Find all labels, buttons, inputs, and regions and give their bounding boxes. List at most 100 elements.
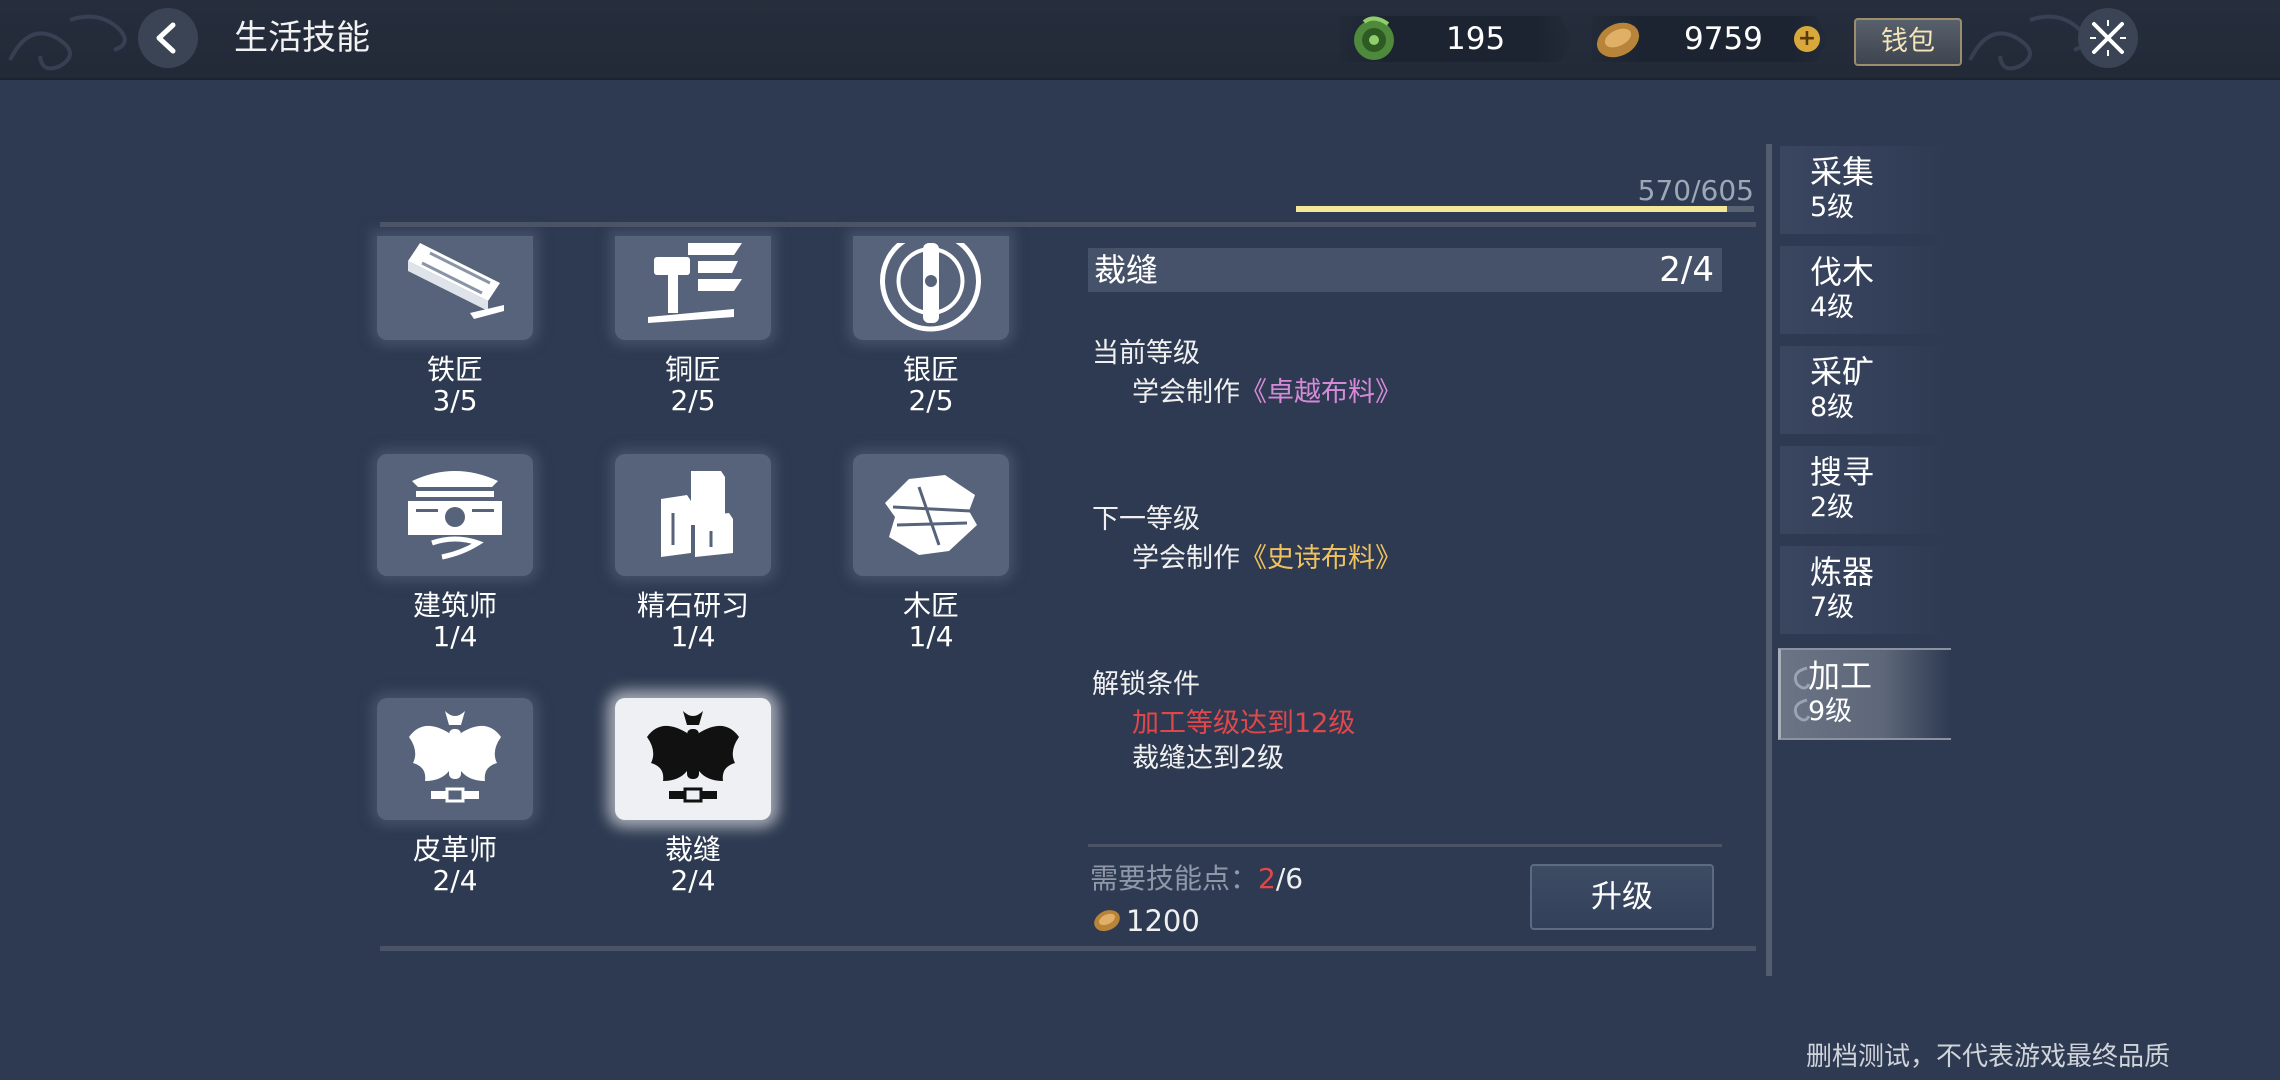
skill-icon-box-selected (615, 698, 771, 820)
current-level-prefix: 学会制作 (1132, 377, 1240, 408)
tab-searching[interactable]: 搜寻 2级 (1780, 446, 1950, 534)
skill-item-coppersmith[interactable]: 铜匠 2/5 (608, 236, 778, 416)
skill-points-progress-text: 570/605 (1637, 174, 1754, 207)
iron-plank-icon (408, 243, 504, 319)
skill-item-stone-study[interactable]: 精石研习 1/4 (608, 454, 778, 652)
wood-log-icon (885, 475, 977, 555)
skill-level: 1/4 (908, 620, 954, 653)
skill-name: 木匠 (902, 589, 959, 622)
tab-title: 采集 (1810, 153, 1875, 191)
upgrade-button[interactable]: 升级 (1530, 864, 1714, 930)
skill-item-carpenter[interactable]: 木匠 1/4 (846, 454, 1016, 652)
tab-processing[interactable]: 加工 9级 (1778, 648, 1951, 740)
tab-title: 加工 (1808, 657, 1873, 695)
skill-point-cost: 需要技能点：2/6 (1090, 862, 1303, 896)
skill-icon-box (853, 454, 1009, 576)
tabs-divider (1766, 144, 1772, 976)
gold-currency-value: 9759 (1684, 21, 1763, 57)
skill-level: 2/4 (432, 864, 478, 897)
skill-level: 2/5 (670, 384, 716, 417)
test-disclaimer: 删档测试，不代表游戏最终品质 (1806, 1042, 2171, 1072)
detail-header: 裁缝 2/4 (1088, 248, 1722, 292)
wallet-button[interactable]: 钱包 (1854, 18, 1962, 66)
decorative-swirl-icon (8, 14, 127, 71)
next-level-reward: 学会制作《史诗布料》 (1132, 542, 1402, 576)
jade-coin-icon (1354, 16, 1394, 60)
next-level-prefix: 学会制作 (1132, 543, 1240, 574)
tab-level: 5级 (1810, 192, 1855, 223)
tab-title: 炼器 (1810, 553, 1875, 591)
skill-item-architect[interactable]: 建筑师 1/4 (370, 454, 540, 652)
bottom-divider (380, 946, 1756, 951)
tab-gathering[interactable]: 采集 5级 (1780, 146, 1950, 234)
current-level-item: 《卓越布料》 (1240, 377, 1402, 408)
silver-emblem-icon (880, 243, 981, 332)
tab-title: 伐木 (1810, 253, 1875, 291)
cost-label: 需要技能点： (1090, 862, 1259, 895)
stone-blocks-icon (661, 471, 733, 557)
tab-level: 2级 (1810, 492, 1855, 523)
gold-ingot-icon (1596, 22, 1640, 58)
cost-have: 2 (1258, 862, 1276, 895)
add-gold-button[interactable]: + (1794, 26, 1820, 52)
cost-divider (1088, 844, 1722, 847)
skill-item-tailor[interactable]: 裁缝 2/4 (608, 698, 778, 896)
skill-level: 2/5 (908, 384, 954, 417)
tab-logging[interactable]: 伐木 4级 (1780, 246, 1950, 334)
back-arrow-icon (156, 22, 176, 54)
skill-name: 裁缝 (664, 833, 721, 866)
tab-level: 7级 (1810, 592, 1855, 623)
tab-level: 9级 (1808, 696, 1853, 727)
current-level-label: 当前等级 (1092, 338, 1200, 369)
plus-icon: + (1797, 26, 1817, 51)
unlock-requirement-unmet: 加工等级达到12级 (1132, 708, 1356, 739)
skill-level: 3/5 (432, 384, 478, 417)
skill-name: 精石研习 (636, 589, 749, 622)
skill-name: 建筑师 (412, 589, 497, 622)
jade-currency-value: 195 (1446, 21, 1506, 57)
leather-wings-icon (409, 711, 501, 803)
next-level-label: 下一等级 (1092, 504, 1200, 535)
skill-item-leatherworker[interactable]: 皮革师 2/4 (370, 698, 540, 896)
gold-cost: 1200 (1126, 904, 1200, 938)
skill-name: 皮革师 (412, 833, 497, 866)
skill-icon-box (377, 454, 533, 576)
back-button[interactable] (138, 8, 198, 68)
building-icon (408, 471, 502, 560)
skill-icon-box (853, 236, 1009, 340)
skill-points-progress-bar (1296, 206, 1754, 212)
skill-name: 铜匠 (664, 353, 721, 386)
close-button[interactable] (2078, 8, 2138, 68)
unlock-conditions-label: 解锁条件 (1092, 669, 1200, 700)
unlock-requirement-met: 裁缝达到2级 (1132, 743, 1285, 774)
cost-total: /6 (1275, 862, 1304, 895)
current-level-reward: 学会制作《卓越布料》 (1132, 376, 1402, 410)
detail-skill-name: 裁缝 (1094, 251, 1159, 289)
tab-title: 搜寻 (1810, 453, 1875, 491)
skill-level: 1/4 (670, 620, 716, 653)
tab-mining[interactable]: 采矿 8级 (1780, 346, 1950, 434)
detail-skill-progress: 2/4 (1659, 250, 1714, 290)
next-level-item: 《史诗布料》 (1240, 543, 1402, 574)
skill-item-silversmith[interactable]: 银匠 2/5 (846, 236, 1016, 416)
skill-icon-box (615, 236, 771, 340)
skill-name: 银匠 (902, 353, 959, 386)
skill-level: 2/4 (670, 864, 716, 897)
skill-name: 铁匠 (426, 353, 483, 386)
skill-level: 1/4 (432, 620, 478, 653)
close-icon (2090, 20, 2126, 56)
tab-refining[interactable]: 炼器 7级 (1780, 546, 1950, 634)
skill-item-blacksmith[interactable]: 铁匠 3/5 (370, 236, 540, 416)
progress-fill (1296, 206, 1728, 212)
tab-title: 采矿 (1810, 353, 1875, 391)
skill-icon-box (377, 698, 533, 820)
gold-ingot-icon (1094, 910, 1120, 932)
hammer-icon (648, 243, 742, 323)
tab-level: 8级 (1810, 392, 1855, 423)
page-title: 生活技能 (234, 18, 370, 58)
skill-icon-box (615, 454, 771, 576)
tab-level: 4级 (1810, 292, 1855, 323)
top-divider (380, 222, 1756, 227)
skill-icon-box (377, 236, 533, 340)
tailor-wings-icon (647, 711, 739, 803)
